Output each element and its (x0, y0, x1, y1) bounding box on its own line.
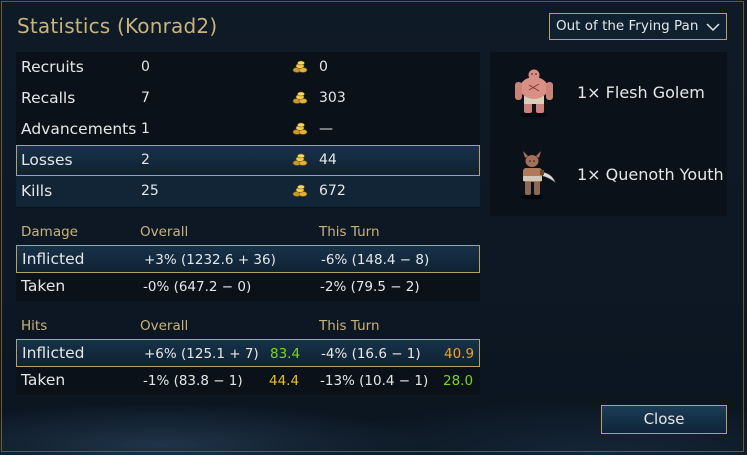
stat-label: Losses (21, 151, 73, 169)
row-label: Inflicted (22, 344, 85, 362)
damage-header: Damage (21, 224, 78, 240)
this-turn-value: -6% (148.4 − 8) (321, 252, 430, 268)
hits-col-this-turn: This Turn (319, 318, 380, 334)
overall-percent: 83.4 (270, 346, 301, 362)
overall-value: +6% (125.1 + 7) (144, 346, 259, 362)
units-panel: 1× Flesh Golem 1× Quenoth Youth (490, 52, 727, 216)
window-title: Statistics (Konrad2) (17, 14, 218, 38)
chevron-down-icon (706, 23, 720, 32)
overall-percent: 44.4 (269, 373, 300, 389)
stat-label: Advancements (21, 120, 137, 138)
this-turn-percent: 40.9 (444, 346, 475, 362)
damage-row-taken: Taken -0% (647.2 − 0) -2% (79.5 − 2) (16, 273, 480, 301)
stat-gold: — (319, 121, 333, 137)
stat-gold: 303 (319, 90, 346, 106)
gold-icon (292, 91, 308, 104)
damage-col-overall: Overall (140, 224, 189, 240)
overall-value: -0% (647.2 − 0) (143, 279, 252, 295)
stat-value: 25 (141, 183, 159, 199)
damage-row-inflicted[interactable]: Inflicted +3% (1232.6 + 36) -6% (148.4 −… (16, 245, 480, 273)
hits-row-inflicted[interactable]: Inflicted +6% (125.1 + 7) 83.4 -4% (16.6… (16, 339, 480, 367)
unit-label: 1× Quenoth Youth (577, 165, 724, 184)
unit-entry-flesh-golem: 1× Flesh Golem (490, 62, 727, 122)
damage-table: Inflicted +3% (1232.6 + 36) -6% (148.4 −… (16, 245, 480, 301)
stat-value: 7 (141, 90, 150, 106)
this-turn-percent: 28.0 (443, 373, 474, 389)
gold-icon (292, 153, 308, 166)
this-turn-value: -13% (10.4 − 1) (320, 373, 429, 389)
hits-header: Hits (21, 318, 48, 334)
stat-label: Kills (21, 182, 53, 200)
quenoth-youth-sprite (520, 151, 556, 200)
this-turn-value: -2% (79.5 − 2) (320, 279, 420, 295)
stat-gold: 0 (319, 59, 328, 75)
row-label: Taken (21, 371, 66, 389)
gold-icon (292, 60, 308, 73)
gold-icon (292, 122, 308, 135)
stats-panel: Recruits 0 0 Recalls 7 303 Advancements … (16, 52, 480, 208)
hits-row-taken: Taken -1% (83.8 − 1) 44.4 -13% (10.4 − 1… (16, 367, 480, 395)
scenario-dropdown[interactable]: Out of the Frying Pan (549, 13, 727, 40)
close-button[interactable]: Close (601, 405, 727, 434)
stat-label: Recalls (21, 89, 76, 107)
stats-row-recruits: Recruits 0 0 (16, 52, 480, 83)
stat-label: Recruits (21, 58, 84, 76)
stat-gold: 672 (319, 183, 346, 199)
stats-row-recalls: Recalls 7 303 (16, 83, 480, 114)
hits-table: Inflicted +6% (125.1 + 7) 83.4 -4% (16.6… (16, 339, 480, 395)
overall-value: +3% (1232.6 + 36) (144, 252, 276, 268)
stats-row-advancements: Advancements 1 — (16, 114, 480, 145)
damage-col-this-turn: This Turn (319, 224, 380, 240)
gold-icon (292, 184, 308, 197)
row-label: Inflicted (22, 250, 85, 268)
unit-entry-quenoth-youth: 1× Quenoth Youth (490, 144, 727, 204)
hits-col-overall: Overall (140, 318, 189, 334)
row-label: Taken (21, 277, 66, 295)
scenario-dropdown-value: Out of the Frying Pan (556, 18, 699, 34)
stats-row-kills: Kills 25 672 (16, 176, 480, 207)
this-turn-value: -4% (16.6 − 1) (321, 346, 421, 362)
stat-value: 2 (141, 152, 150, 168)
stat-value: 0 (141, 59, 150, 75)
stat-value: 1 (141, 121, 150, 137)
unit-label: 1× Flesh Golem (577, 83, 705, 102)
stats-row-losses[interactable]: Losses 2 44 (16, 145, 480, 176)
flesh-golem-sprite (515, 69, 553, 118)
stat-gold: 44 (319, 152, 337, 168)
overall-value: -1% (83.8 − 1) (143, 373, 243, 389)
